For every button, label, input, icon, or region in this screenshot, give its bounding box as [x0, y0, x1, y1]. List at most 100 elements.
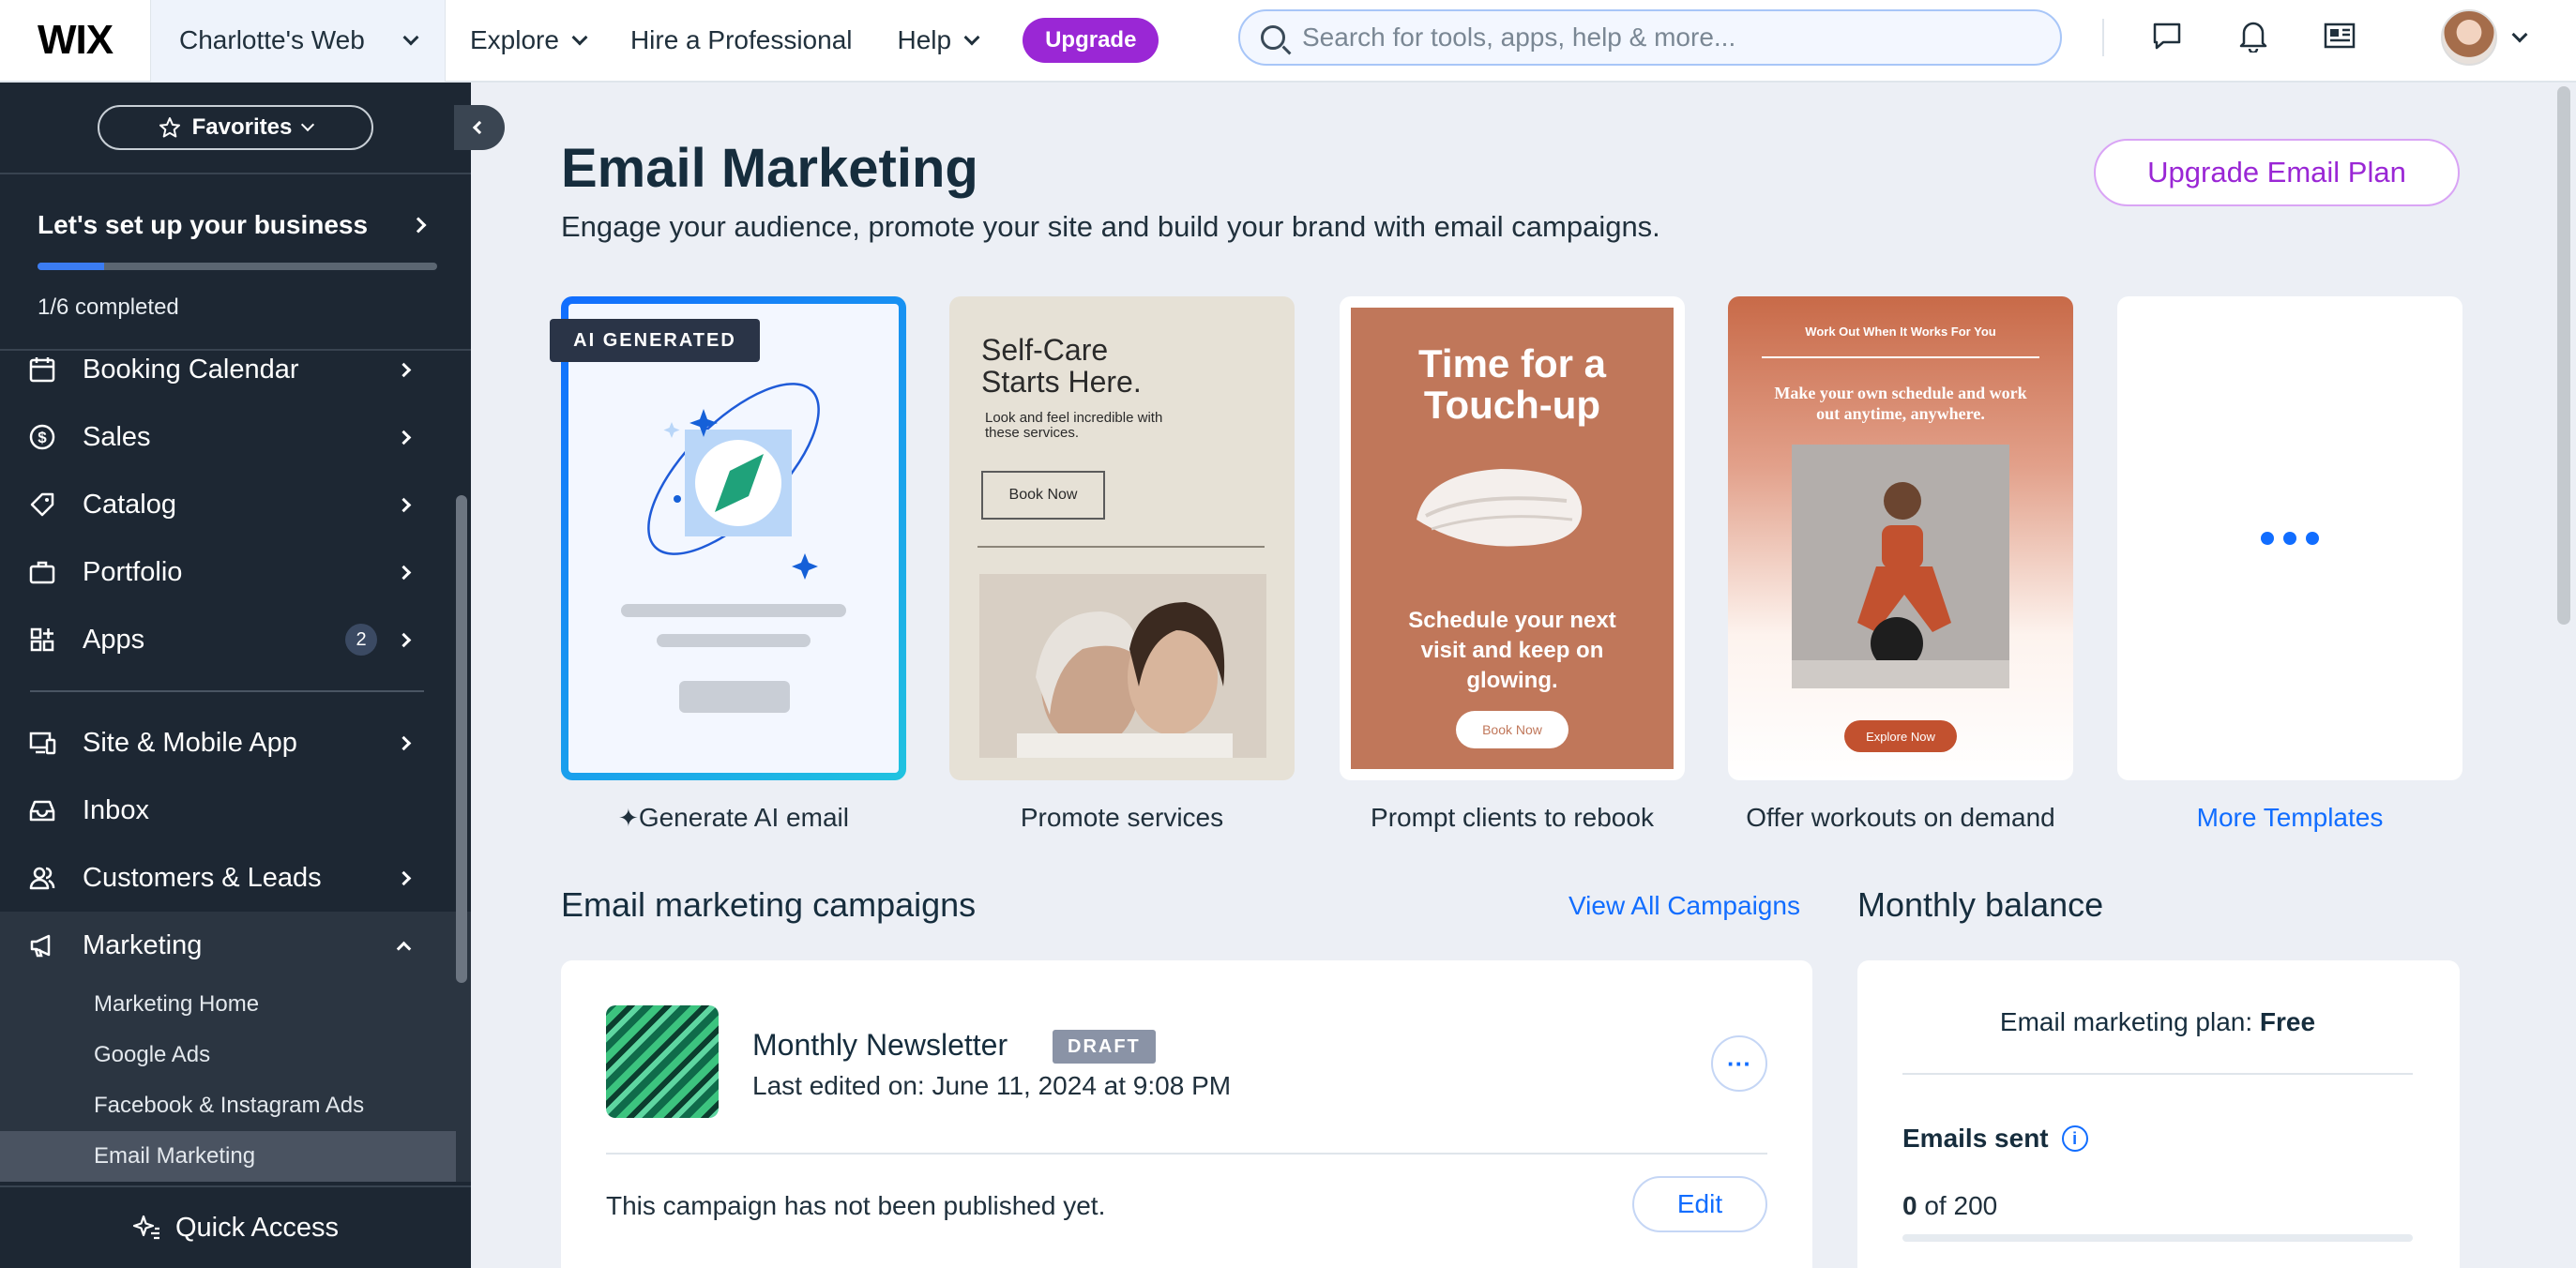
site-name: Charlotte's Web — [179, 25, 365, 54]
template-label-rebook[interactable]: Prompt clients to rebook — [1325, 803, 1700, 833]
avatar — [2441, 9, 2497, 66]
campaigns-panel: Monthly Newsletter DRAFT Last edited on:… — [561, 960, 1812, 1268]
chevron-down-icon — [402, 29, 419, 46]
sparkle-icon: ✦ — [618, 804, 639, 832]
template-card-more[interactable] — [2117, 296, 2462, 780]
newspaper-icon[interactable] — [2321, 17, 2358, 54]
chevron-up-icon — [396, 941, 412, 956]
touch-up-panel: Time for a Touch-up Schedule your next v… — [1351, 308, 1674, 769]
balance-panel: Email marketing plan: Free Emails sent i… — [1857, 960, 2460, 1268]
workout-photo — [1792, 445, 2009, 688]
top-nav: Explore Hire a Professional Help Upgrade — [470, 18, 1159, 63]
template-label-workouts[interactable]: Offer workouts on demand — [1713, 803, 2088, 833]
more-templates-link[interactable]: More Templates — [2102, 803, 2478, 833]
marketing-group: Marketing Marketing Home Google Ads Face… — [0, 912, 471, 1182]
ai-compass-illustration — [621, 383, 846, 713]
workout-divider — [1762, 356, 2039, 358]
apps-icon — [30, 627, 54, 652]
upgrade-button[interactable]: Upgrade — [1023, 18, 1159, 63]
sidebar-divider — [30, 690, 424, 692]
sidebar-subitem-email-marketing[interactable]: Email Marketing — [0, 1131, 456, 1182]
campaign-thumbnail — [606, 1005, 719, 1118]
sidebar-item-portfolio[interactable]: Portfolio — [0, 538, 471, 606]
chevron-right-icon — [396, 735, 412, 750]
setup-title: Let's set up your business — [38, 210, 369, 239]
inbox-icon — [29, 800, 55, 822]
chevron-right-icon — [396, 870, 412, 885]
bell-icon[interactable] — [2235, 17, 2272, 54]
main-scrollbar[interactable] — [2557, 86, 2570, 625]
chevron-down-icon — [301, 117, 315, 132]
sidebar-subitem-marketing-home[interactable]: Marketing Home — [0, 979, 471, 1030]
wix-logo[interactable]: WIX — [0, 0, 150, 82]
ellipsis-dot — [2283, 532, 2296, 545]
sidebar-item-customers-leads[interactable]: Customers & Leads — [0, 844, 471, 912]
setup-progress-fill — [38, 263, 105, 270]
people-icon — [29, 867, 55, 890]
sidebar-item-marketing[interactable]: Marketing — [0, 912, 471, 979]
hire-professional-label: Hire a Professional — [629, 25, 853, 54]
chevron-down-icon — [571, 29, 588, 46]
edit-campaign-button[interactable]: Edit — [1632, 1176, 1767, 1232]
quick-access-button[interactable]: Quick Access — [0, 1185, 471, 1268]
sidebar-subitem-google-ads[interactable]: Google Ads — [0, 1030, 471, 1080]
sidebar-item-label: Customers & Leads — [83, 862, 322, 893]
template-card-workouts[interactable]: Work Out When It Works For You Make your… — [1728, 296, 2073, 780]
chevron-left-icon — [472, 120, 487, 135]
status-badge: DRAFT — [1053, 1030, 1156, 1064]
upgrade-email-plan-button[interactable]: Upgrade Email Plan — [2094, 139, 2460, 206]
plan-prefix: Email marketing plan: — [1999, 1007, 2253, 1036]
self-care-divider — [977, 546, 1265, 548]
self-care-title: Self-Care Starts Here. — [981, 333, 1142, 399]
site-switcher[interactable]: Charlotte's Web — [150, 0, 446, 82]
self-care-body: Look and feel incredible with these serv… — [985, 410, 1163, 441]
search-input[interactable]: Search for tools, apps, help & more... — [1238, 9, 2062, 66]
touch-up-book-button: Book Now — [1456, 711, 1568, 748]
balance-divider — [1902, 1073, 2413, 1075]
collapse-sidebar-button[interactable] — [454, 105, 505, 150]
sidebar-item-apps[interactable]: Apps 2 — [0, 606, 471, 673]
sidebar-item-sales[interactable]: $ Sales — [0, 403, 471, 471]
favorites-button[interactable]: Favorites — [98, 105, 373, 150]
topbar-divider — [2102, 19, 2104, 56]
tag-icon — [30, 492, 54, 517]
sidebar-item-label: Booking Calendar — [83, 354, 299, 385]
template-card-ai[interactable] — [561, 296, 906, 780]
campaign-more-actions-button[interactable]: ··· — [1711, 1035, 1767, 1092]
sidebar-scrollbar[interactable] — [456, 495, 467, 983]
account-menu[interactable] — [2441, 9, 2528, 66]
page-subtitle: Engage your audience, promote your site … — [561, 210, 1660, 243]
sidebar-item-label: Inbox — [83, 794, 149, 825]
campaigns-heading: Email marketing campaigns — [561, 885, 977, 924]
info-icon[interactable]: i — [2061, 1125, 2088, 1152]
explore-menu[interactable]: Explore — [470, 25, 588, 55]
view-all-campaigns-link[interactable]: View All Campaigns — [1568, 891, 1800, 921]
template-label-promote[interactable]: Promote services — [934, 803, 1310, 833]
campaign-status-note: This campaign has not been published yet… — [606, 1191, 1106, 1220]
sidebar-item-label: Marketing — [83, 929, 203, 960]
monthly-balance-heading: Monthly balance — [1857, 885, 2104, 924]
chat-icon[interactable] — [2148, 17, 2186, 54]
favorites-label: Favorites — [191, 114, 293, 140]
emails-sent-count: 0 of 200 — [1902, 1191, 1997, 1221]
sidebar-item-site-mobile-app[interactable]: Site & Mobile App — [0, 709, 471, 777]
topbar-icons — [2148, 17, 2358, 54]
women-photo — [979, 574, 1266, 758]
template-card-promote-services[interactable]: Self-Care Starts Here. Look and feel inc… — [949, 296, 1295, 780]
setup-business[interactable]: Let's set up your business 1/6 completed — [0, 174, 471, 351]
sidebar-nav: Booking Calendar $ Sales Catalog Portfol… — [0, 336, 471, 1182]
help-menu[interactable]: Help — [898, 25, 980, 55]
search-icon — [1261, 25, 1285, 50]
email-plan-line: Email marketing plan: Free — [1857, 1007, 2458, 1037]
hire-professional-link[interactable]: Hire a Professional — [630, 25, 853, 55]
sidebar-item-booking-calendar[interactable]: Booking Calendar — [0, 336, 471, 403]
sidebar-item-inbox[interactable]: Inbox — [0, 777, 471, 844]
touch-up-title: Time for a Touch-up — [1418, 341, 1606, 427]
chevron-right-icon — [396, 362, 412, 377]
campaign-name[interactable]: Monthly Newsletter — [752, 1028, 1008, 1063]
chevron-right-icon — [396, 430, 412, 445]
template-card-rebook[interactable]: Time for a Touch-up Schedule your next v… — [1340, 296, 1685, 780]
template-label-ai[interactable]: ✦Generate AI email — [546, 803, 921, 833]
sidebar-subitem-facebook-instagram-ads[interactable]: Facebook & Instagram Ads — [0, 1080, 471, 1131]
sidebar-item-catalog[interactable]: Catalog — [0, 471, 471, 538]
